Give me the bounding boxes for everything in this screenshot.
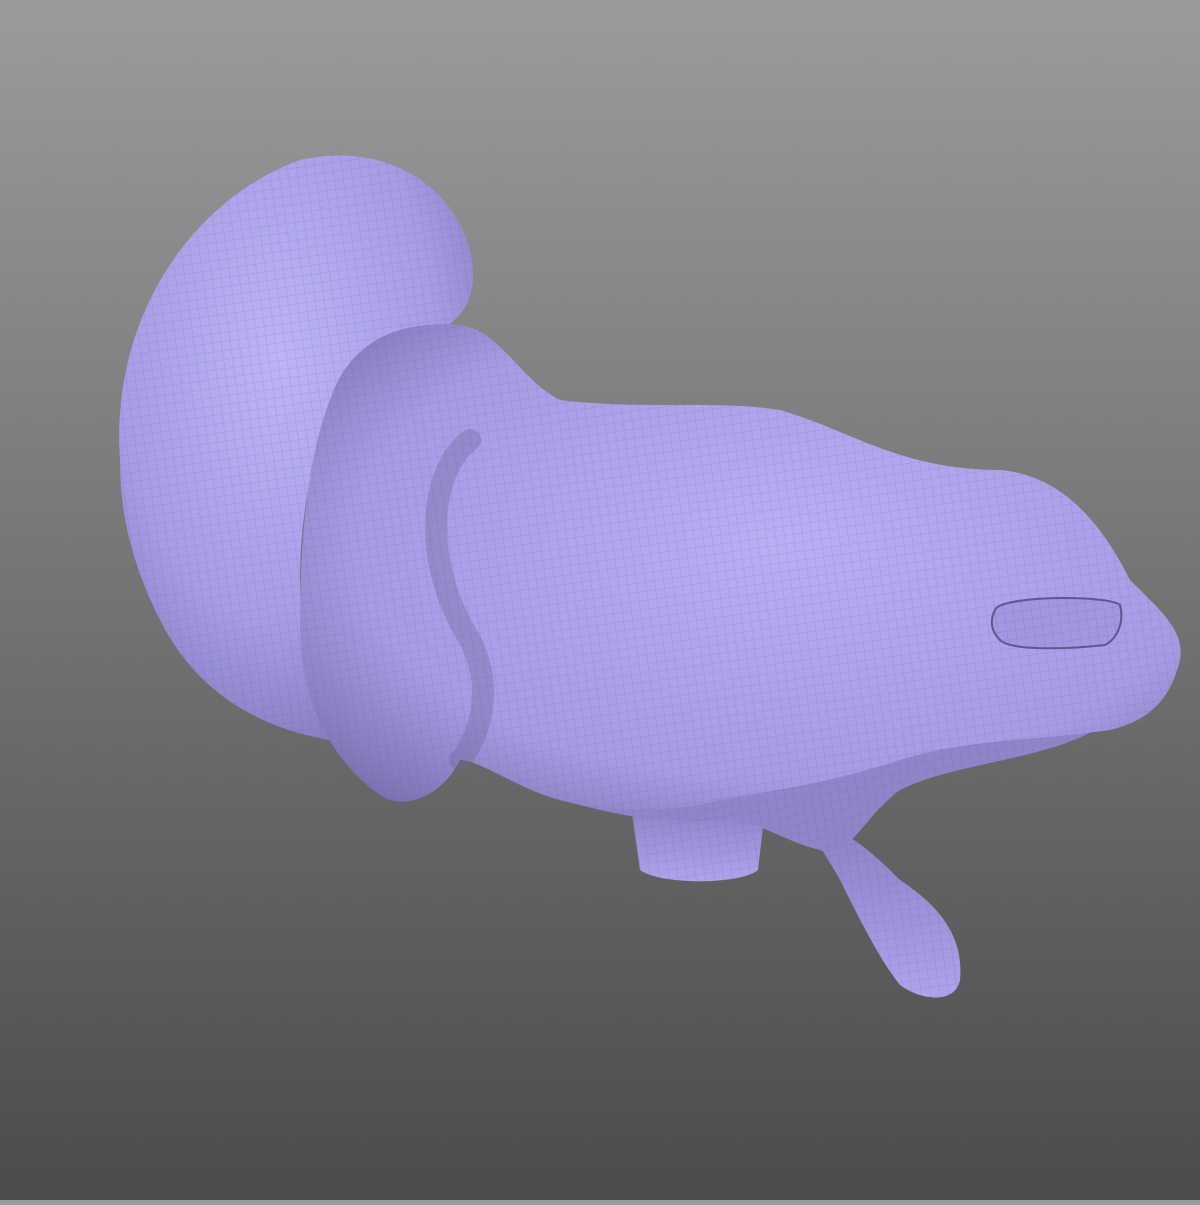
- ear-model-render: [119, 155, 1181, 998]
- vent-slot: [990, 597, 1123, 650]
- 3d-viewport[interactable]: [0, 0, 1200, 1200]
- ear-canal-body: [300, 324, 1181, 810]
